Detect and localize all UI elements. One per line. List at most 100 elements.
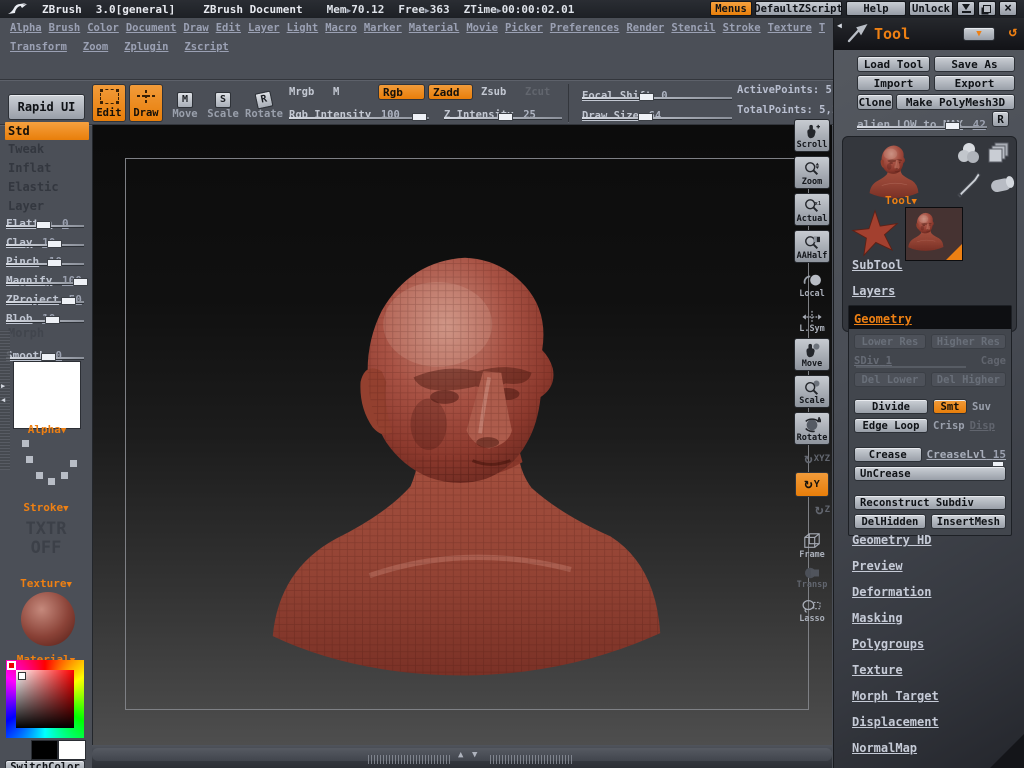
slider-handle[interactable] [45,316,60,324]
lsym-button[interactable]: L.Sym [794,304,830,334]
cylinder-tool-icon[interactable] [988,173,1016,197]
slider-handle[interactable] [639,93,654,101]
actual-button[interactable]: x1 Actual [794,193,830,226]
import-button[interactable]: Import [857,75,930,91]
brush-inflat[interactable]: Inflat [8,161,51,175]
minimize-button[interactable] [957,1,975,16]
lower-res-button[interactable]: Lower Res [854,334,926,349]
uncrease-button[interactable]: UnCrease [854,466,1006,481]
menu-stencil[interactable]: Stencil [671,22,715,34]
smooth-slider[interactable]: Smooth 0 [6,344,84,363]
menu-layer[interactable]: Layer [248,22,280,34]
slider-handle[interactable] [73,278,89,286]
selected-tool-thumbnail[interactable] [905,207,963,261]
panel-collapse-icon[interactable]: ◀ [837,21,842,30]
tray-up-icon[interactable]: ▲ [458,750,463,760]
menu-marker[interactable]: Marker [364,22,402,34]
restore-button[interactable] [978,1,996,16]
edit-button[interactable]: Edit [92,84,126,122]
tool-selector[interactable]: Tool▼ [849,189,953,208]
flatten-slider[interactable]: Flatten 0 [6,212,84,231]
local-button[interactable]: Local [794,267,830,299]
menu-color[interactable]: Color [87,22,119,34]
brush-layer[interactable]: Layer [8,199,44,213]
clay-slider[interactable]: Clay 10 [6,231,84,250]
material-sphere-preview[interactable] [21,592,75,646]
brush-morph[interactable]: Morph [8,326,44,340]
tray-close-icon[interactable]: ◀ [1,396,5,404]
section-texture[interactable]: Texture [852,663,903,677]
edge-loop-button[interactable]: Edge Loop [854,418,928,433]
mrgb-toggle[interactable]: Mrgb [289,86,314,98]
section-deformation[interactable]: Deformation [852,585,931,599]
section-displacement[interactable]: Displacement [852,715,939,729]
unlock-button[interactable]: Unlock [909,1,953,16]
magnify-slider[interactable]: Magnify 100 [6,269,89,288]
reconstruct-subdiv-button[interactable]: Reconstruct Subdiv [854,495,1006,510]
canvas-scale-button[interactable]: Scale [794,375,830,408]
slider-handle[interactable] [992,461,1004,467]
disp-slider[interactable]: Disp [970,420,995,432]
m-toggle[interactable]: M [333,86,339,98]
rotate-xyz-button[interactable]: ↻ XYZ [794,449,830,469]
rgb-toggle[interactable]: Rgb [378,84,425,100]
slider-track[interactable] [856,366,966,368]
secondary-color-swatch[interactable] [31,740,58,760]
panel-reset-icon[interactable]: ↺ [1009,24,1017,40]
slider-handle[interactable] [46,240,62,248]
scroll-button[interactable]: Scroll [794,119,830,152]
suv-toggle[interactable]: Suv [972,401,991,413]
frame-button[interactable]: Frame [794,526,830,560]
section-polygroups[interactable]: Polygroups [852,637,924,651]
cage-toggle[interactable]: Cage [981,355,1006,367]
section-geometry-hd[interactable]: Geometry HD [852,533,931,547]
main-color-swatch[interactable] [58,740,86,760]
star-tool-thumbnail[interactable] [849,209,901,257]
section-preview[interactable]: Preview [852,559,903,573]
menu-edit[interactable]: Edit [216,22,241,34]
higher-res-button[interactable]: Higher Res [930,334,1006,349]
lasso-button[interactable]: Lasso [794,592,830,624]
move-button[interactable]: M Move [167,87,203,120]
section-subtool[interactable]: SubTool [852,258,903,272]
panel-menu-button[interactable]: ▼ [963,27,995,41]
geometry-header[interactable]: Geometry [849,306,1011,329]
slider-handle[interactable] [60,297,76,305]
switch-color-button[interactable]: SwitchColor [5,760,85,768]
section-normalmap[interactable]: NormalMap [852,741,917,755]
brush-tweak[interactable]: Tweak [8,142,44,156]
zoom-button[interactable]: Zoom [794,156,830,189]
slider-handle[interactable] [637,113,653,121]
z-intensity-slider[interactable]: Z Intensity 25 [444,103,562,122]
r-button[interactable]: R [992,111,1009,127]
rotate-z-button[interactable]: ↻ Z [794,500,830,520]
tray-down-icon[interactable]: ▼ [472,750,477,760]
zadd-toggle[interactable]: Zadd [428,84,473,100]
menu-stroke[interactable]: Stroke [723,22,761,34]
menu-preferences[interactable]: Preferences [550,22,620,34]
help-button[interactable]: Help [846,1,906,16]
focal-shift-slider[interactable]: Focal Shift 0 [582,84,732,103]
brush-tool-icon[interactable] [954,171,986,199]
menu-zplugin[interactable]: Zplugin [124,41,168,53]
del-higher-button[interactable]: Del Higher [930,372,1006,387]
rotate-button[interactable]: R Rotate [243,87,285,120]
make-polymesh3d-button[interactable]: Make PolyMesh3D [896,94,1015,110]
menu-tool[interactable]: Tool [819,22,825,34]
document-canvas[interactable] [92,125,832,745]
alpha-selector[interactable]: Alpha▼ [14,418,80,437]
rapid-ui-button[interactable]: Rapid UI [8,94,85,120]
menu-material[interactable]: Material [409,22,460,34]
scale-button[interactable]: S Scale [205,87,241,120]
transp-button[interactable]: Transp [794,560,830,590]
tray-grip[interactable] [490,755,574,764]
sv-cursor[interactable] [18,672,26,680]
load-tool-button[interactable]: Load Tool [857,56,930,72]
close-button[interactable]: × [999,1,1017,16]
aahalf-button[interactable]: AAHalf [794,230,830,263]
zsub-toggle[interactable]: Zsub [481,86,506,98]
brush-std[interactable]: Std [5,122,89,140]
menu-transform[interactable]: Transform [10,41,67,53]
menu-draw[interactable]: Draw [183,22,208,34]
layer-cube-tool-icon[interactable] [987,141,1013,167]
